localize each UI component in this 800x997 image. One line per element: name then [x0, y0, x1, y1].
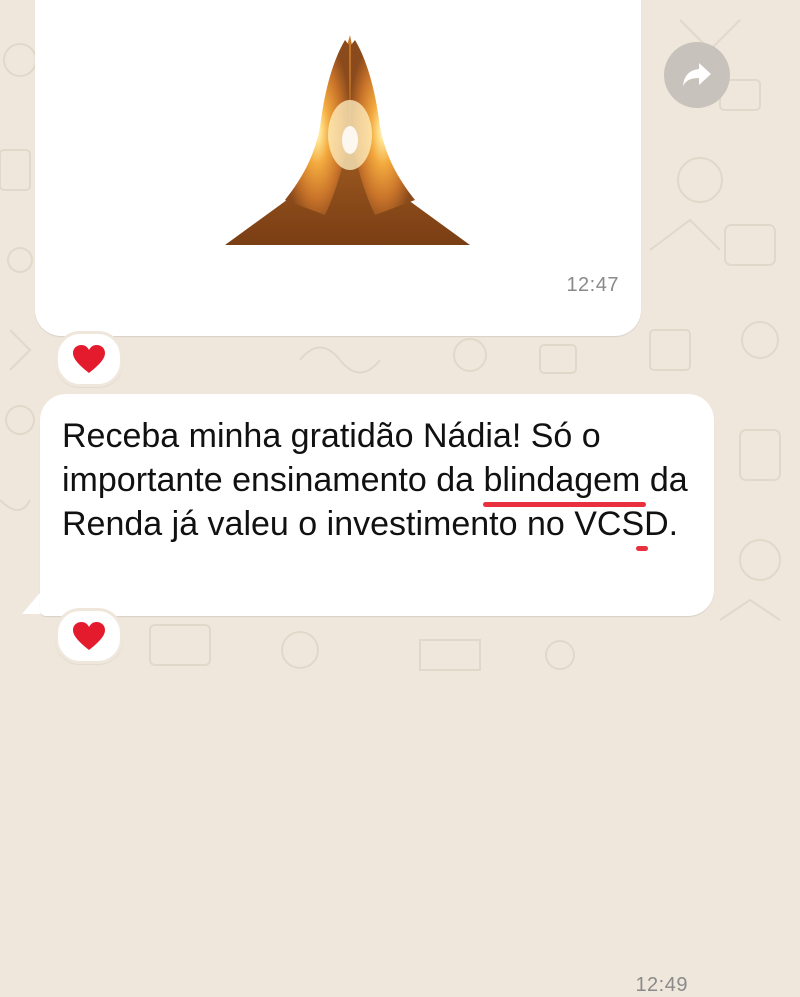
message-text: Receba minha gratidão Nádia! Só o import…: [62, 414, 702, 551]
highlighted-phrase-1: blindagem: [483, 461, 647, 507]
message-text-part: valeu o investimento no VCSD.: [198, 505, 679, 543]
heart-icon: [73, 345, 105, 373]
reaction-badge[interactable]: [55, 331, 123, 387]
forward-button[interactable]: [664, 42, 730, 108]
message-time: 12:49: [635, 974, 688, 996]
praying-hands-icon: [225, 35, 470, 245]
text-message-bubble[interactable]: Receba minha gratidão Nádia! Só o import…: [40, 394, 714, 996]
image-message-bubble[interactable]: 12:47: [35, 0, 641, 336]
red-underline: [483, 502, 647, 507]
red-underline: [635, 546, 648, 551]
praying-hands-image[interactable]: [225, 0, 475, 250]
reaction-badge[interactable]: [55, 608, 123, 664]
forward-arrow-icon: [683, 63, 711, 86]
highlight-text: blindagem: [483, 461, 641, 499]
heart-icon: [73, 622, 105, 650]
message-time: 12:47: [566, 274, 619, 296]
